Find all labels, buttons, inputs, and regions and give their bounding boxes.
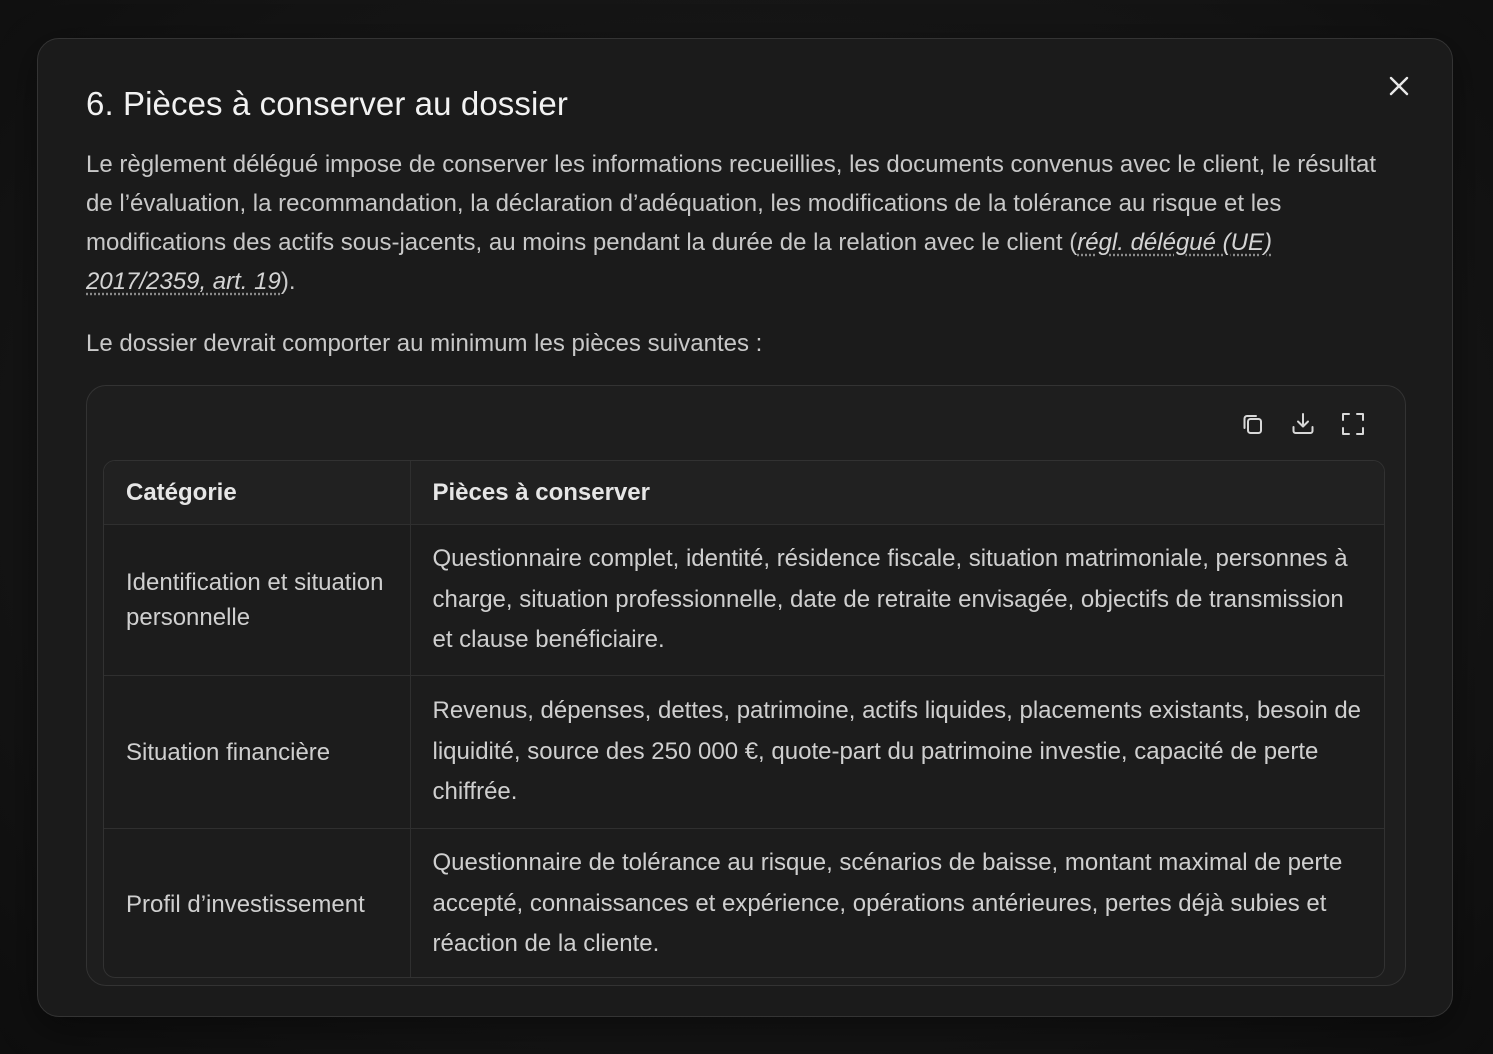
row-pieces: Questionnaire complet, identité, résiden… — [410, 524, 1384, 676]
row-category: Situation financière — [104, 675, 411, 829]
intro-end: ). — [280, 268, 296, 295]
download-button[interactable] — [1289, 410, 1317, 438]
row-category: Profil d’investissement — [104, 828, 411, 977]
intro-paragraph: Le règlement délégué impose de conserver… — [86, 145, 1376, 301]
row-pieces: Questionnaire de tolérance au risque, sc… — [432, 849, 1343, 958]
modal-dialog: 6. Pièces à conserver au dossier Le règl… — [37, 38, 1453, 1017]
copy-icon — [1243, 415, 1262, 434]
pieces-table: Catégorie Pièces à conserver Identificat… — [104, 461, 1384, 977]
table-row: Situation financière Revenus, dépenses, … — [104, 675, 1384, 829]
copy-button[interactable] — [1239, 410, 1267, 438]
header-categorie: Catégorie — [104, 461, 411, 525]
header-pieces: Pièces à conserver — [410, 461, 1384, 525]
table-row: Identification et situation personnelle … — [104, 524, 1384, 676]
table-wrapper: Catégorie Pièces à conserver Identificat… — [103, 460, 1385, 978]
fullscreen-button[interactable] — [1339, 410, 1367, 438]
close-button[interactable] — [1386, 73, 1412, 99]
modal-title: 6. Pièces à conserver au dossier — [86, 85, 568, 122]
download-icon — [1292, 413, 1314, 434]
table-toolbar — [1239, 410, 1367, 438]
close-icon — [1389, 76, 1409, 96]
fullscreen-icon — [1342, 413, 1364, 435]
row-category: Identification et situation personnelle — [104, 524, 411, 676]
table-header-row: Catégorie Pièces à conserver — [104, 461, 1384, 525]
lead-paragraph: Le dossier devrait comporter au minimum … — [86, 330, 763, 357]
table-row: Profil d’investissement Questionnaire de… — [104, 828, 1384, 977]
row-pieces: Revenus, dépenses, dettes, patrimoine, a… — [410, 675, 1384, 829]
table-card: Catégorie Pièces à conserver Identificat… — [86, 385, 1406, 986]
